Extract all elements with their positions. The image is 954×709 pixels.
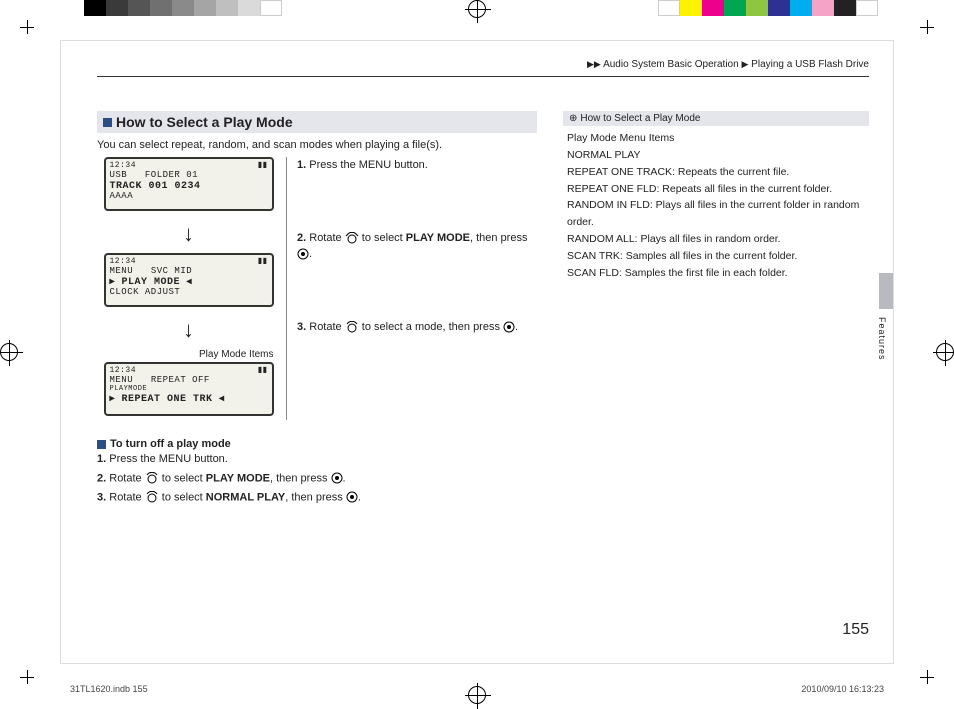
section-tab xyxy=(879,273,893,309)
page-content: ▶▶ Audio System Basic Operation ▶ Playin… xyxy=(60,40,894,664)
step-1-text: Press the MENU button. xyxy=(309,159,428,171)
list-item: NORMAL PLAY xyxy=(567,147,865,164)
breadcrumb-part: Audio System Basic Operation xyxy=(603,59,739,70)
square-bullet-icon xyxy=(103,118,112,127)
down-arrow-icon: ↓ xyxy=(183,317,194,343)
enter-icon xyxy=(331,469,343,488)
sub-heading: To turn off a play mode xyxy=(97,438,537,450)
crop-mark-icon xyxy=(920,20,934,34)
footer-left: 31TL1620.indb 155 xyxy=(70,684,148,694)
play-mode-items-label: Play Mode Items xyxy=(104,349,274,360)
footer-right: 2010/09/10 16:13:23 xyxy=(801,684,884,694)
arrow-icon: ▶ xyxy=(741,59,748,69)
list-item: REPEAT ONE TRACK: Repeats the current fi… xyxy=(567,164,865,181)
section-title: How to Select a Play Mode xyxy=(97,111,537,133)
turn-off-steps: 1. Press the MENU button. 2. Rotate to s… xyxy=(97,450,537,507)
breadcrumb: ▶▶ Audio System Basic Operation ▶ Playin… xyxy=(97,59,869,77)
page-number: 155 xyxy=(842,621,869,639)
color-bar-left xyxy=(84,0,282,16)
list-item: RANDOM ALL: Plays all files in random or… xyxy=(567,231,865,248)
sidebar-heading: ⊕How to Select a Play Mode xyxy=(563,111,869,126)
registration-mark-icon xyxy=(936,343,954,361)
section-title-text: How to Select a Play Mode xyxy=(116,114,293,130)
registration-mark-icon xyxy=(468,0,486,18)
diagram-column: 12:34▮▮ USB FOLDER 01 TRACK 001 0234 AAA… xyxy=(97,157,287,420)
enter-icon xyxy=(297,246,309,263)
step-instructions: 1. Press the MENU button. 2. Rotate to s… xyxy=(297,155,537,420)
color-bar-right xyxy=(658,0,878,16)
list-item: REPEAT ONE FLD: Repeats all files in the… xyxy=(567,181,865,198)
list-item: RANDOM IN FLD: Plays all files in the cu… xyxy=(567,197,865,231)
lcd-screen-2: 12:34▮▮ MENU SVC MID ▸ PLAY MODE ◂ CLOCK… xyxy=(104,253,274,307)
knob-icon xyxy=(345,319,359,336)
section-tab-label: Features xyxy=(877,317,887,361)
arrow-icon: ▶▶ xyxy=(587,59,601,69)
enter-icon xyxy=(346,488,358,507)
knob-icon xyxy=(145,469,159,488)
list-item: Play Mode Menu Items xyxy=(567,130,865,147)
enter-icon xyxy=(503,319,515,336)
lcd-screen-1: 12:34▮▮ USB FOLDER 01 TRACK 001 0234 AAA… xyxy=(104,157,274,211)
print-footer: 31TL1620.indb 155 2010/09/10 16:13:23 xyxy=(70,684,884,694)
list-item: SCAN FLD: Samples the first file in each… xyxy=(567,265,865,282)
crop-mark-icon xyxy=(20,670,34,684)
down-arrow-icon: ↓ xyxy=(183,221,194,247)
crop-mark-icon xyxy=(20,20,34,34)
registration-mark-icon xyxy=(0,343,18,361)
square-bullet-icon xyxy=(97,440,106,449)
list-item: SCAN TRK: Samples all files in the curre… xyxy=(567,248,865,265)
breadcrumb-part: Playing a USB Flash Drive xyxy=(751,59,869,70)
crosshair-icon: ⊕ xyxy=(569,113,577,124)
crop-mark-icon xyxy=(920,670,934,684)
sidebar-body: Play Mode Menu Items NORMAL PLAY REPEAT … xyxy=(563,130,869,281)
lcd-screen-3: 12:34▮▮ MENU REPEAT OFF PLAYMODE ▸ REPEA… xyxy=(104,362,274,416)
knob-icon xyxy=(145,488,159,507)
intro-text: You can select repeat, random, and scan … xyxy=(97,139,537,151)
knob-icon xyxy=(345,230,359,247)
